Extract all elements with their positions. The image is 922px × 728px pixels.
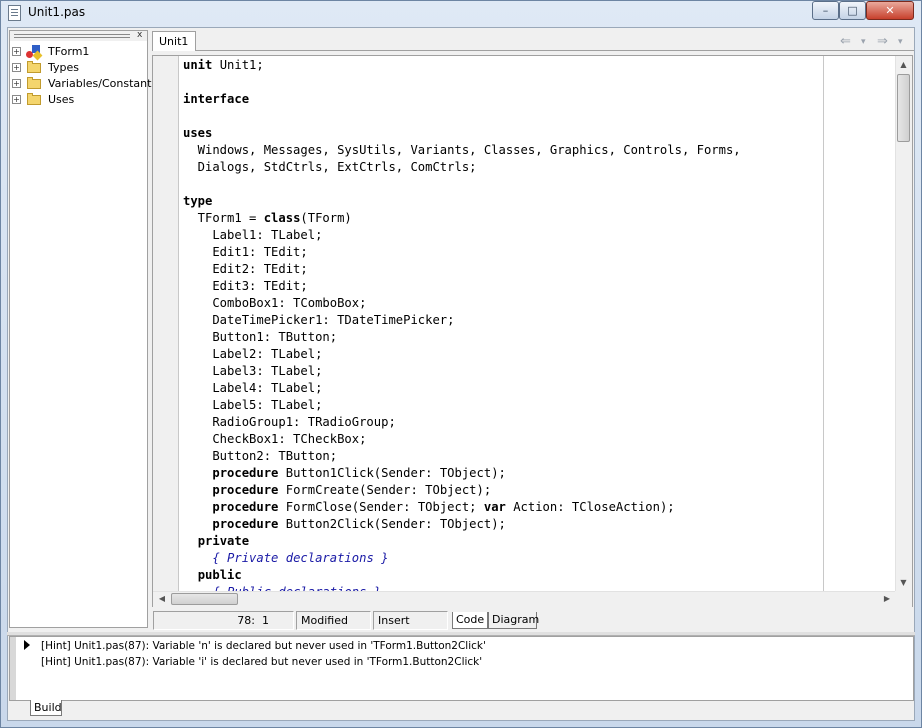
scroll-up-icon[interactable]: ▲ (896, 57, 911, 72)
folder-icon (27, 77, 41, 89)
tab-build[interactable]: Build (30, 700, 62, 716)
tree-item-label: Variables/Constants (48, 77, 158, 90)
code-text[interactable]: unit Unit1; interface uses Windows, Mess… (183, 57, 823, 591)
scroll-down-icon[interactable]: ▼ (896, 575, 911, 590)
vertical-scroll-thumb[interactable] (897, 74, 910, 142)
tab-code[interactable]: Code (452, 612, 488, 629)
cursor-column: 1 (262, 614, 269, 627)
tree-item-label: Types (48, 61, 79, 74)
expand-icon[interactable]: + (12, 79, 21, 88)
document-icon (8, 5, 21, 21)
forward-dropdown-icon[interactable]: ▾ (898, 37, 903, 47)
folder-icon (27, 61, 41, 73)
tree-item-uses[interactable]: + Uses (12, 92, 146, 108)
form-icon (26, 45, 43, 61)
message-item[interactable]: [Hint] Unit1.pas(87): Variable 'i' is de… (41, 656, 482, 668)
horizontal-scrollbar[interactable] (153, 591, 895, 607)
tab-divider (196, 50, 914, 51)
title-bar[interactable]: Unit1.pas – □ ✕ (0, 0, 922, 26)
maximize-button[interactable]: □ (839, 1, 866, 20)
modified-indicator: Modified (296, 611, 371, 630)
forward-arrow-icon[interactable]: ⇒ (877, 34, 888, 49)
insert-mode-indicator: Insert (373, 611, 448, 630)
tab-label: Unit1 (159, 35, 189, 48)
folder-icon (27, 93, 41, 105)
minimize-button[interactable]: – (812, 1, 839, 20)
messages-tab-strip (9, 701, 914, 719)
messages-gutter (10, 637, 16, 700)
editor-gutter[interactable] (153, 56, 179, 591)
tab-diagram[interactable]: Diagram (488, 612, 539, 629)
close-panel-icon[interactable]: x (137, 30, 142, 40)
grip-icon[interactable] (14, 34, 130, 38)
tree-item-label: Uses (48, 93, 75, 106)
tree-item-tform1[interactable]: + TForm1 (12, 44, 146, 61)
back-arrow-icon[interactable]: ⇐ (840, 34, 851, 49)
tree-item-label: TForm1 (48, 45, 90, 58)
window-title: Unit1.pas (28, 5, 86, 19)
tree-item-variables-constants[interactable]: + Variables/Constants (12, 76, 157, 92)
cursor-position: 78: 1 (153, 611, 294, 630)
tree-item-types[interactable]: + Types (12, 60, 146, 76)
structure-panel (9, 30, 148, 628)
expand-icon[interactable]: + (12, 47, 21, 56)
back-dropdown-icon[interactable]: ▾ (861, 37, 866, 47)
close-button[interactable]: ✕ (866, 1, 914, 20)
message-item[interactable]: [Hint] Unit1.pas(87): Variable 'n' is de… (41, 640, 486, 652)
cursor-line: 78 (237, 614, 252, 627)
tab-unit1[interactable]: Unit1 (152, 31, 196, 51)
expand-icon[interactable]: + (12, 63, 21, 72)
expand-icon[interactable]: + (12, 95, 21, 104)
right-margin-line (823, 56, 824, 591)
horizontal-scroll-thumb[interactable] (171, 593, 238, 605)
scrollbar-corner (895, 591, 912, 607)
scroll-left-icon[interactable]: ◀ (155, 592, 169, 606)
scroll-right-icon[interactable]: ▶ (880, 592, 894, 606)
expand-arrow-icon[interactable] (24, 640, 30, 650)
